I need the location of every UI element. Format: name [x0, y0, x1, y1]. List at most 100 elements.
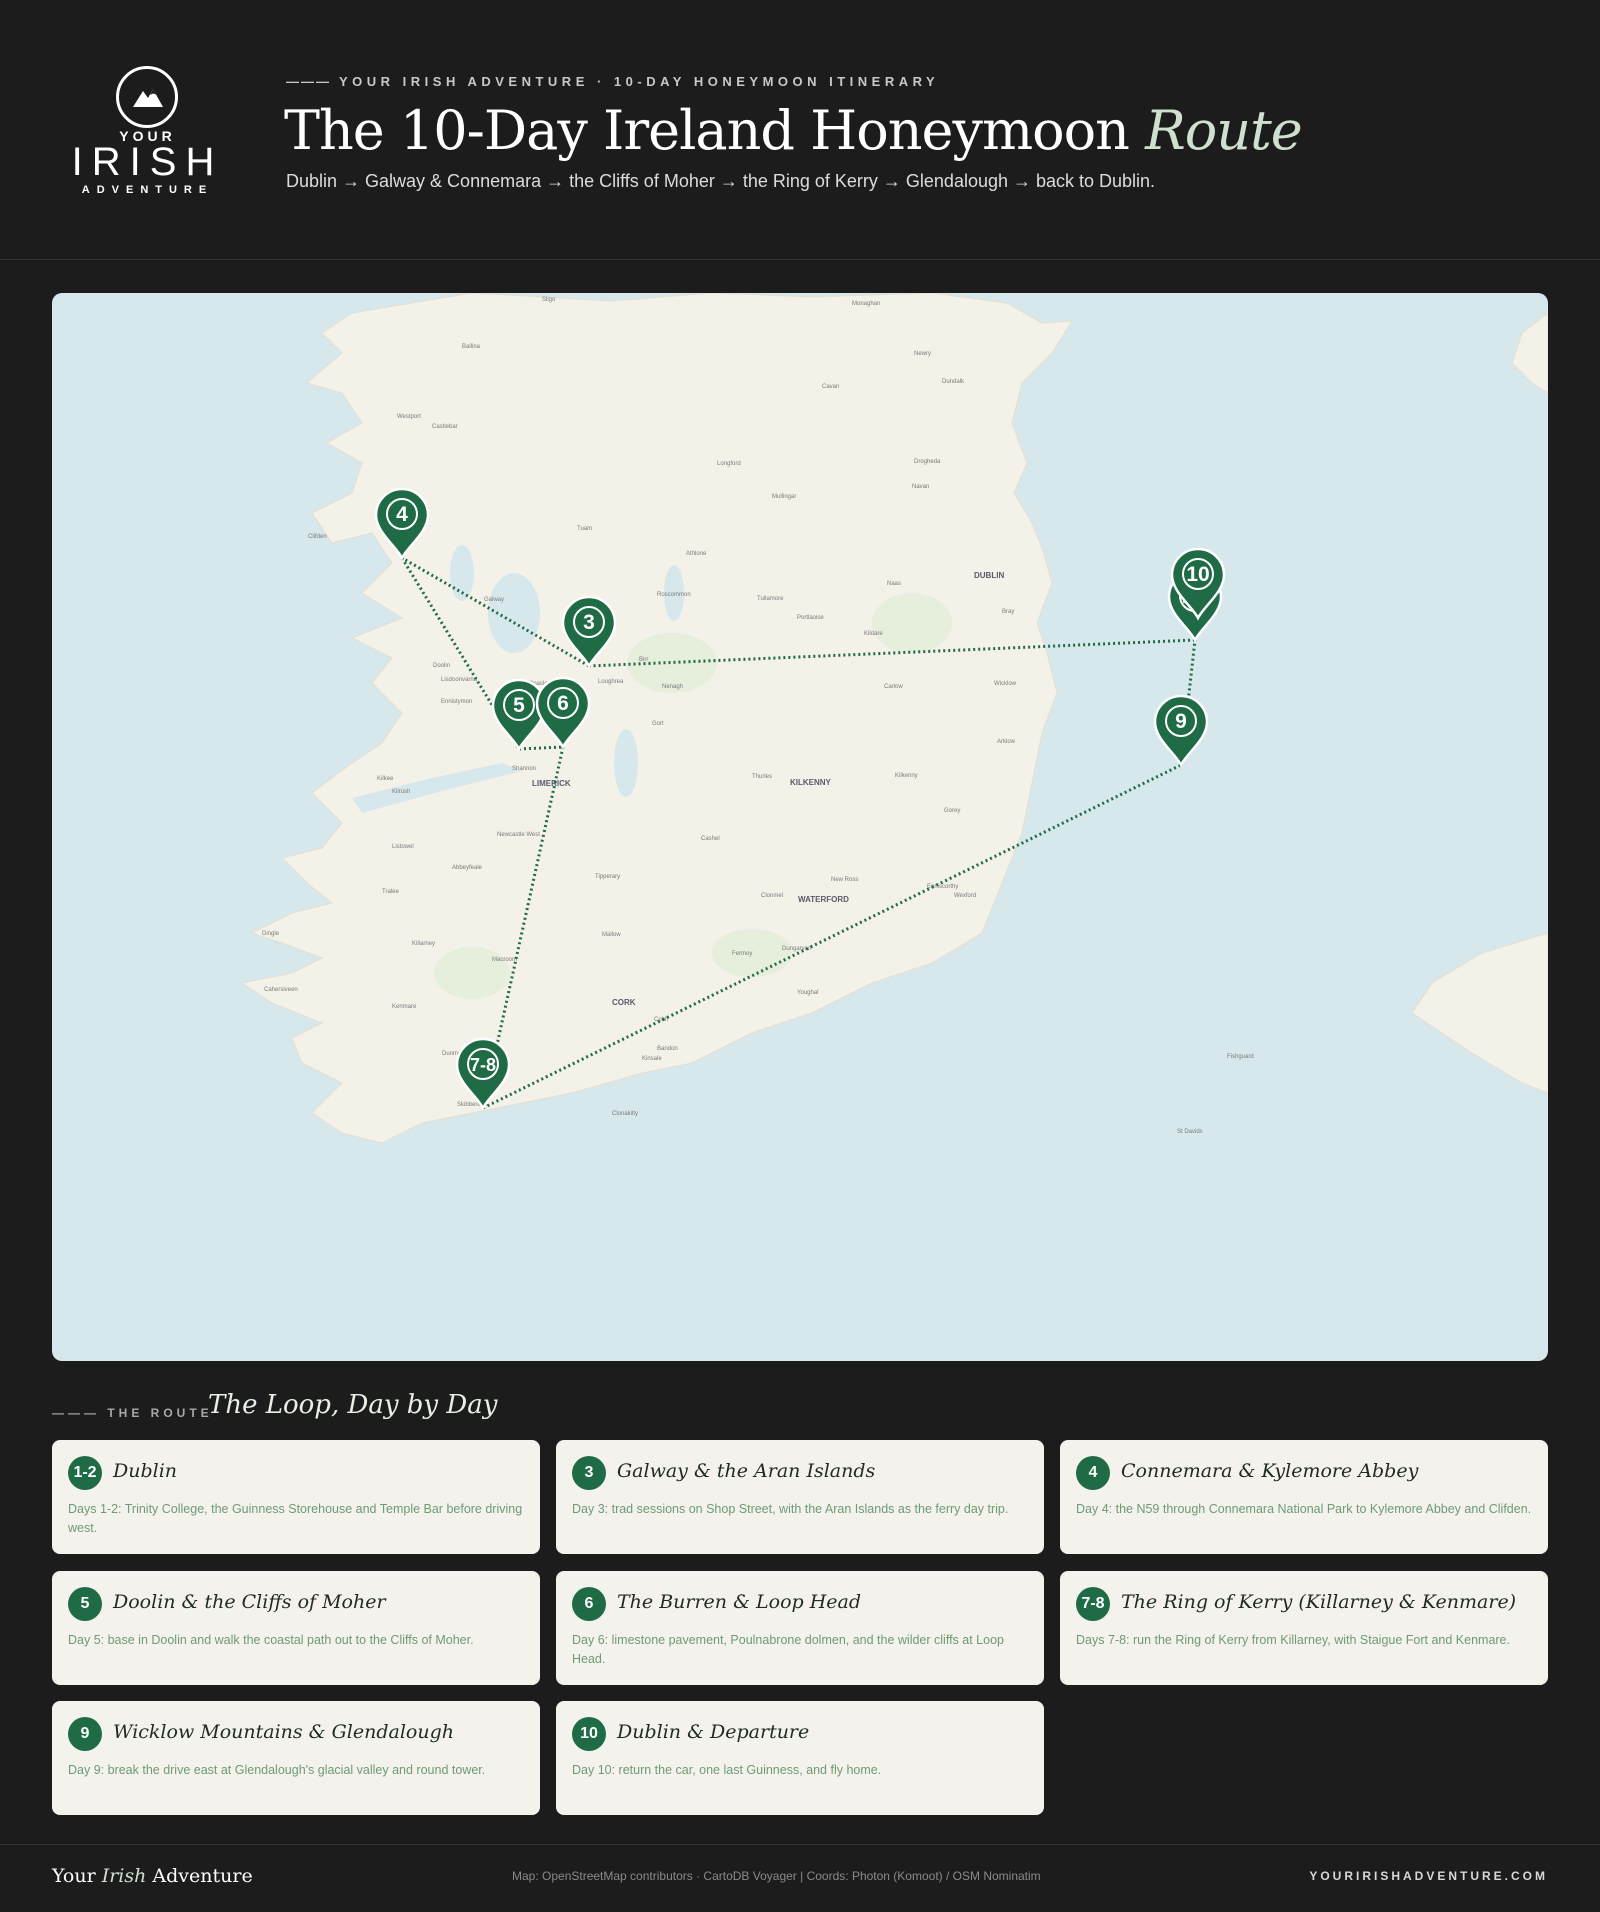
place-label: Cahersiveen [264, 987, 298, 993]
place-label: Kinsale [642, 1056, 662, 1062]
lough-derg [614, 729, 638, 797]
place-label: Drogheda [914, 459, 941, 465]
day-badge: 5 [68, 1587, 102, 1621]
place-label: Youghal [797, 990, 818, 996]
place-label: Kenmare [392, 1004, 417, 1010]
page-subtitle: Dublin → Galway & Connemara → the Cliffs… [286, 171, 1156, 191]
place-label: Navan [912, 484, 929, 490]
logo-word-adventure: ADVENTURE [81, 184, 214, 196]
day-badge: 1-2 [68, 1456, 102, 1490]
day-card-desc: Day 5: base in Doolin and walk the coast… [68, 1633, 474, 1647]
place-label: Gort [652, 721, 664, 727]
place-label: Clonakilty [612, 1111, 638, 1117]
place-label: Cavan [822, 384, 839, 390]
place-label: Cashel [701, 836, 720, 842]
day-card-6[interactable]: 6 The Burren & Loop Head Day 6: limeston… [556, 1571, 1044, 1685]
place-label: Birr [639, 657, 648, 663]
place-label: Thurles [752, 774, 772, 780]
route-stop-label: 3 [583, 611, 595, 634]
place-label: Kildare [864, 631, 883, 637]
day-badge: 7-8 [1076, 1587, 1110, 1621]
place-label: Athlone [686, 551, 707, 557]
place-label: KILKENNY [790, 778, 832, 787]
page-title-accent: Route [1145, 99, 1303, 162]
place-label: Nenagh [662, 684, 683, 690]
place-label: Dundalk [942, 379, 965, 385]
day-card-desc: Day 10: return the car, one last Guinnes… [572, 1763, 882, 1777]
day-card-title: Doolin & the Cliffs of Moher [113, 1591, 386, 1613]
place-label: Ennistymon [441, 699, 472, 705]
day-card-10[interactable]: 10 Dublin & Departure Day 10: return the… [556, 1701, 1044, 1815]
day-card-desc: Days 7-8: run the Ring of Kerry from Kil… [1076, 1633, 1510, 1647]
day-card-1-2[interactable]: 1-2 Dublin Days 1-2: Trinity College, th… [52, 1440, 540, 1554]
place-label: Gorey [944, 808, 960, 814]
place-label: Bandon [657, 1046, 678, 1052]
place-label: Galway [484, 597, 504, 603]
place-label: Portlaoise [797, 615, 824, 621]
day-badge: 6 [572, 1587, 606, 1621]
footer-brand[interactable]: Your Irish Adventure [52, 1865, 253, 1887]
brand-logo[interactable]: YOUR IRISH ADVENTURE [70, 66, 225, 196]
route-stop-label: 7-8 [470, 1055, 496, 1075]
day-card-title: Dublin [113, 1460, 178, 1482]
place-label: Longford [717, 461, 741, 467]
route-map[interactable]: Sligo Ballina Westport Castlebar Clifden Tuam… [52, 293, 1548, 1361]
place-label: Castlebar [432, 424, 458, 430]
route-stop-label: 9 [1175, 710, 1187, 733]
place-label: Abbeyfeale [452, 865, 483, 871]
day-card-desc: Day 4: the N59 through Connemara Nationa… [1076, 1502, 1532, 1516]
page-title: The 10-Day Ireland Honeymoon Route [284, 99, 1303, 162]
mountain-logo-icon [116, 66, 178, 128]
place-label: Wexford [954, 893, 976, 899]
day-card-desc: Day 3: trad sessions on Shop Street, wit… [572, 1502, 1009, 1516]
place-label: Ballina [462, 344, 481, 350]
day-card-title: The Burren & Loop Head [617, 1591, 862, 1613]
place-label: Kilrush [392, 789, 410, 795]
place-label: Shannon [512, 766, 536, 772]
wales-landmass [1411, 932, 1548, 1094]
place-label: Dingle [262, 931, 280, 937]
place-label: DUBLIN [974, 571, 1004, 580]
place-label: Bray [1002, 609, 1014, 615]
day-card-4[interactable]: 4 Connemara & Kylemore Abbey Day 4: the … [1060, 1440, 1548, 1554]
place-label: Roscommon [657, 592, 691, 598]
place-label: Carlow [884, 684, 903, 690]
map-attribution: Map: OpenStreetMap contributors · CartoD… [512, 1869, 1041, 1883]
day-card-3[interactable]: 3 Galway & the Aran Islands Day 3: trad … [556, 1440, 1044, 1554]
place-label: Killarney [412, 941, 435, 947]
day-card-7-8[interactable]: 7-8 The Ring of Kerry (Killarney & Kenma… [1060, 1571, 1548, 1685]
place-label: Doolin [433, 663, 450, 669]
website-link[interactable]: YOURIRISHADVENTURE.COM [1309, 1869, 1548, 1883]
logo-word-irish: IRISH [71, 140, 224, 184]
place-label: Mallow [602, 932, 621, 938]
place-label: Naas [887, 581, 901, 587]
place-label: Loughrea [598, 679, 624, 685]
route-stop-label: 6 [557, 692, 569, 715]
place-label: Macroom [492, 957, 517, 963]
place-label: Wicklow [994, 681, 1017, 687]
day-card-title: Wicklow Mountains & Glendalough [113, 1721, 455, 1743]
ireland-landmass [240, 293, 1073, 1144]
day-card-5[interactable]: 5 Doolin & the Cliffs of Moher Day 5: ba… [52, 1571, 540, 1685]
day-badge: 10 [572, 1717, 606, 1751]
place-label: Clifden [308, 534, 327, 540]
place-label: Fermoy [732, 951, 752, 957]
route-stop-label: 5 [513, 694, 525, 717]
day-card-9[interactable]: 9 Wicklow Mountains & Glendalough Day 9:… [52, 1701, 540, 1815]
lough-corrib [488, 573, 540, 653]
place-label: Monaghan [852, 301, 880, 307]
place-label: Westport [397, 414, 421, 420]
day-badge: 4 [1076, 1456, 1110, 1490]
park-area [872, 593, 952, 653]
header-eyebrow: ——— YOUR IRISH ADVENTURE · 10-DAY HONEYMO… [286, 74, 940, 89]
scotland-landmass [1511, 312, 1548, 394]
route-stop-pin[interactable]: 9 [1153, 694, 1209, 768]
place-label: St Davids [1177, 1129, 1203, 1135]
place-label: Arklow [997, 739, 1016, 745]
page-footer: Your Irish Adventure Map: OpenStreetMap … [0, 1844, 1600, 1912]
place-label: Tuam [577, 526, 592, 532]
place-label: Lisdoonvarna [441, 677, 478, 683]
place-label: Kilkee [377, 776, 394, 782]
route-stop-label: 10 [1186, 563, 1209, 586]
day-card-title: Dublin & Departure [617, 1721, 810, 1743]
